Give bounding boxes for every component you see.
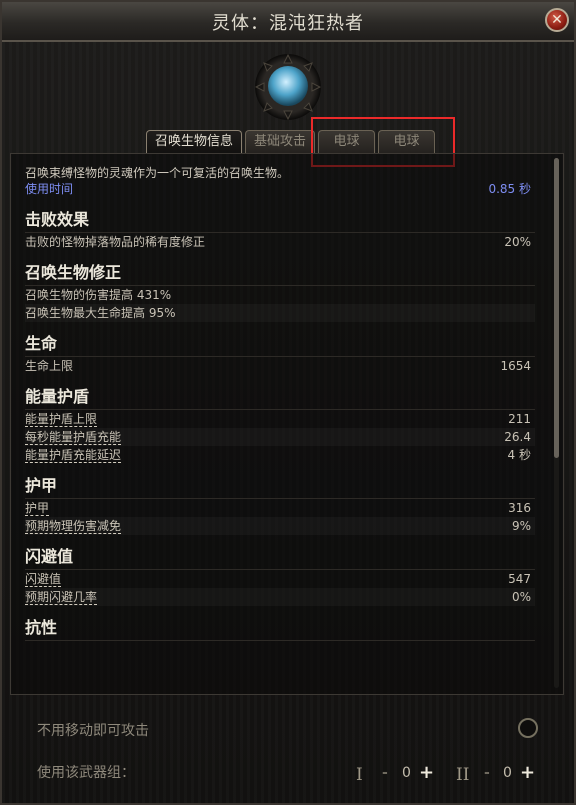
tab-minion-info[interactable]: 召唤生物信息 — [146, 130, 242, 153]
stat-value: 316 — [508, 501, 531, 515]
stat-row: 能量护盾充能延迟 4 秒 — [25, 446, 535, 464]
stat-label: 护甲 — [25, 501, 50, 516]
attack-without-moving-toggle[interactable] — [518, 718, 538, 738]
stat-label: 召唤生物的伤害提高 431% — [25, 288, 172, 302]
section-energy-shield: 能量护盾 — [25, 385, 535, 410]
attack-without-moving-label: 不用移动即可攻击 — [37, 723, 149, 739]
portrait-orb — [268, 66, 308, 106]
section-defeat: 击败效果 — [25, 208, 535, 233]
minion-info-window: 灵体：混沌狂热者 ✕ 召唤生物信息 基础攻击 电球 电球 召唤束缚怪物的灵魂作为… — [0, 0, 576, 805]
title-bar: 灵体：混沌狂热者 ✕ — [2, 2, 574, 42]
close-button[interactable]: ✕ — [545, 8, 569, 32]
stat-value: 211 — [508, 412, 531, 426]
stat-label: 预期闪避几率 — [25, 590, 98, 605]
use-time-value: 0.85 秒 — [488, 182, 531, 196]
weapon-set-label: 使用该武器组： — [37, 765, 135, 781]
stat-value: 547 — [508, 572, 531, 586]
use-time-row: 使用时间 0.85 秒 — [25, 180, 535, 198]
stat-row: 每秒能量护盾充能 26.4 — [25, 428, 535, 446]
stat-row: 闪避值 547 — [25, 570, 535, 588]
tab-basic-attack[interactable]: 基础攻击 — [245, 130, 315, 153]
stats-content: 召唤束缚怪物的灵魂作为一个可复活的召唤生物。 使用时间 0.85 秒 击败效果 … — [25, 164, 535, 641]
stat-label: 预期物理伤害减免 — [25, 519, 122, 534]
stat-label: 闪避值 — [25, 572, 62, 587]
scroll-thumb[interactable] — [554, 158, 559, 458]
section-evasion: 闪避值 — [25, 545, 535, 570]
weapon-set-1-value: 0 — [402, 765, 411, 781]
stat-row: 召唤生物的伤害提高 431% — [25, 286, 535, 304]
stat-label: 能量护盾充能延迟 — [25, 448, 122, 463]
section-resistance: 抗性 — [25, 616, 535, 641]
section-armour: 护甲 — [25, 474, 535, 499]
stat-row: 能量护盾上限 211 — [25, 410, 535, 428]
stat-value: 20% — [504, 235, 531, 249]
footer: 不用移动即可攻击 使用该武器组： I - 0 + II - 0 + — [2, 702, 574, 802]
weapon-set-2-minus[interactable]: - — [484, 765, 490, 787]
stat-row: 召唤生物最大生命提高 95% — [25, 304, 535, 322]
stat-value: 4 秒 — [507, 448, 531, 462]
stat-label: 每秒能量护盾充能 — [25, 430, 122, 445]
weapon-set-1-numeral: I — [356, 765, 363, 785]
close-icon: ✕ — [551, 12, 563, 28]
stat-row: 击败的怪物掉落物品的稀有度修正 20% — [25, 233, 535, 251]
stat-value: 26.4 — [504, 430, 531, 444]
stat-row: 预期物理伤害减免 9% — [25, 517, 535, 535]
stat-label: 击败的怪物掉落物品的稀有度修正 — [25, 235, 206, 249]
weapon-set-1-minus[interactable]: - — [382, 765, 388, 787]
stat-row: 生命上限 1654 — [25, 357, 535, 375]
description: 召唤束缚怪物的灵魂作为一个可复活的召唤生物。 — [25, 166, 290, 180]
stat-value: 1654 — [500, 359, 531, 373]
stat-value: 9% — [511, 519, 531, 533]
stat-row: 护甲 316 — [25, 499, 535, 517]
window-title: 灵体：混沌狂热者 — [212, 13, 364, 34]
stat-label: 能量护盾上限 — [25, 412, 98, 427]
section-life: 生命 — [25, 332, 535, 357]
stats-panel: 召唤束缚怪物的灵魂作为一个可复活的召唤生物。 使用时间 0.85 秒 击败效果 … — [10, 153, 564, 695]
stat-row: 预期闪避几率 0% — [25, 588, 535, 606]
minion-portrait-icon — [255, 54, 321, 120]
weapon-set-2-value: 0 — [503, 765, 512, 781]
stat-value: 0% — [511, 590, 531, 604]
stat-label: 生命上限 — [25, 359, 74, 373]
stat-label: 召唤生物最大生命提高 95% — [25, 306, 176, 320]
weapon-set-1-plus[interactable]: + — [419, 762, 434, 784]
scrollbar[interactable] — [554, 158, 559, 688]
use-time-label: 使用时间 — [25, 182, 74, 196]
section-minion-mod: 召唤生物修正 — [25, 261, 535, 286]
weapon-set-2-plus[interactable]: + — [520, 762, 535, 784]
weapon-set-2-numeral: II — [456, 765, 470, 785]
